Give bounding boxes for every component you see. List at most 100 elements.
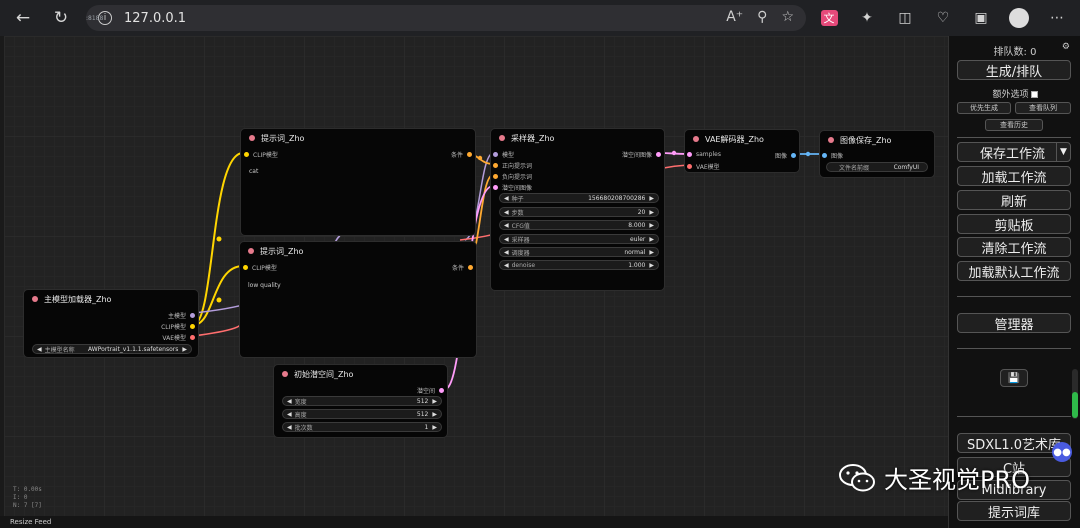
output-port-conditioning[interactable]: 条件 (452, 263, 473, 272)
increment-arrow-icon[interactable]: ▶ (649, 209, 654, 216)
steps-widget[interactable]: ◀ 步数 20 ▶ (499, 207, 659, 217)
zoom-icon[interactable]: ⚲ (757, 9, 767, 25)
read-aloud-icon[interactable]: A⁺ (726, 9, 743, 25)
output-port-conditioning[interactable]: 条件 (451, 150, 472, 159)
input-port-latent[interactable]: 潜空间图像 (493, 183, 532, 192)
sampler-name-widget[interactable]: ◀ 采样器 euler ▶ (499, 234, 659, 244)
save-image-node[interactable]: 图像保存_Zho 图像 文件名前缀 ComfyUI (819, 130, 935, 178)
chevron-down-icon[interactable]: ▼ (1056, 143, 1070, 161)
save-workflow-label: 保存工作流 (980, 146, 1046, 162)
ksampler-node[interactable]: 采样器_Zho 模型 正向提示词 负向提示词 潜空间图像 潜空间图像 ◀ 种子 15… (490, 128, 665, 291)
clear-workflow-button[interactable]: 清除工作流 (957, 237, 1071, 257)
view-queue-button[interactable]: 查看队列 (1015, 102, 1071, 114)
input-port-negative[interactable]: 负向提示词 (493, 172, 532, 181)
batch-size-widget[interactable]: ◀ 批次数 1 ▶ (282, 422, 442, 432)
clipspace-button[interactable]: 剪贴板 (957, 214, 1071, 234)
vae-decode-node[interactable]: VAE解码器_Zho samples VAE模型 图像 (684, 129, 800, 173)
widget-value: 156680208700286 (588, 194, 646, 202)
resize-feed-bar[interactable]: Resize Feed (0, 516, 948, 528)
widget-value: 1.000 (628, 261, 646, 269)
refresh-button[interactable]: 刷新 (957, 190, 1071, 210)
increment-arrow-icon[interactable]: ▶ (649, 262, 654, 269)
reload-icon[interactable]: ↻ (46, 3, 76, 33)
node-title: 图像保存_Zho (840, 135, 892, 145)
decrement-arrow-icon[interactable]: ◀ (287, 424, 292, 431)
checkpoint-loader-node[interactable]: 主模型加载器_Zho 主模型 CLIP模型 VAE模型 ◀ 主模型名称 AWPort… (23, 289, 199, 358)
port-label: 潜空间图像 (621, 152, 652, 159)
prompt-textarea[interactable]: cat (249, 168, 258, 175)
widget-label: 种子 (511, 195, 524, 203)
input-port-positive[interactable]: 正向提示词 (493, 161, 532, 170)
save-workflow-button[interactable]: 保存工作流 ▼ (957, 142, 1071, 162)
profile-avatar-icon[interactable] (1005, 4, 1033, 32)
address-bar[interactable]: i 127.0.0.1:8188 A⁺ ⚲ ☆ (86, 5, 806, 31)
view-history-button[interactable]: 查看历史 (985, 119, 1043, 131)
input-port-clip[interactable]: CLIP模型 (243, 263, 277, 272)
increment-arrow-icon[interactable]: ▶ (432, 411, 437, 418)
queue-prompt-button[interactable]: 生成/排队 (957, 60, 1071, 80)
cfg-widget[interactable]: ◀ CFG值 8.000 ▶ (499, 220, 659, 230)
scrollbar-thumb[interactable] (1072, 392, 1078, 418)
split-screen-icon[interactable]: ◫ (891, 4, 919, 32)
input-port-clip[interactable]: CLIP模型 (244, 150, 278, 159)
output-port-clip[interactable]: CLIP模型 (161, 322, 195, 331)
decrement-arrow-icon[interactable]: ◀ (504, 222, 509, 229)
queue-front-button[interactable]: 优先生成 (957, 102, 1011, 114)
decrement-arrow-icon[interactable]: ◀ (287, 411, 292, 418)
filename-prefix-widget[interactable]: 文件名前缀 ComfyUI (826, 162, 928, 172)
input-port-image[interactable]: 图像 (822, 151, 843, 160)
floppy-disk-button[interactable]: 💾 (1000, 369, 1028, 387)
input-port-vae[interactable]: VAE模型 (687, 162, 720, 171)
favorite-star-icon[interactable]: ☆ (781, 9, 794, 25)
puzzle-extensions-icon[interactable]: ✦ (853, 4, 881, 32)
decrement-arrow-icon[interactable]: ◀ (287, 398, 292, 405)
increment-arrow-icon[interactable]: ▶ (432, 398, 437, 405)
decrement-arrow-icon[interactable]: ◀ (504, 195, 509, 202)
widget-value: normal (624, 248, 646, 256)
prompt-node-positive[interactable]: 提示词_Zho CLIP模型 条件 cat (240, 128, 476, 236)
prompt-library-button[interactable]: 提示词库 (957, 501, 1071, 521)
increment-arrow-icon[interactable]: ▶ (649, 236, 654, 243)
seed-widget[interactable]: ◀ 种子 156680208700286 ▶ (499, 193, 659, 203)
scheduler-widget[interactable]: ◀ 调度器 normal ▶ (499, 247, 659, 257)
increment-arrow-icon[interactable]: ▶ (649, 222, 654, 229)
output-port-image[interactable]: 图像 (775, 151, 796, 160)
output-port-model[interactable]: 主模型 (168, 311, 195, 320)
empty-latent-node[interactable]: 初始潜空间_Zho 潜空间 ◀ 宽度 512 ▶ ◀ 高度 512 ▶ ◀ 批次数 1 ▶ (273, 364, 448, 438)
wechat-logo-icon (839, 463, 875, 491)
output-port-latent[interactable]: 潜空间图像 (622, 150, 661, 159)
health-heart-icon[interactable]: ♡ (929, 4, 957, 32)
decrement-arrow-icon[interactable]: ◀ (37, 346, 42, 353)
input-port-model[interactable]: 模型 (493, 150, 514, 159)
load-workflow-button[interactable]: 加载工作流 (957, 166, 1071, 186)
increment-arrow-icon[interactable]: ▶ (432, 424, 437, 431)
width-widget[interactable]: ◀ 宽度 512 ▶ (282, 396, 442, 406)
widget-value: euler (630, 235, 646, 243)
manager-button[interactable]: 管理器 (957, 313, 1071, 333)
output-port-vae[interactable]: VAE模型 (162, 333, 195, 342)
increment-arrow-icon[interactable]: ▶ (649, 195, 654, 202)
decrement-arrow-icon[interactable]: ◀ (504, 236, 509, 243)
port-label: CLIP模型 (161, 324, 186, 331)
prompt-node-negative[interactable]: 提示词_Zho CLIP模型 条件 low quality (239, 241, 477, 358)
height-widget[interactable]: ◀ 高度 512 ▶ (282, 409, 442, 419)
translate-extension-icon[interactable]: 文 (815, 4, 843, 32)
load-default-button[interactable]: 加载默认工作流 (957, 261, 1071, 281)
back-arrow-icon[interactable]: ← (8, 3, 38, 33)
denoise-widget[interactable]: ◀ denoise 1.000 ▶ (499, 260, 659, 270)
assistant-bubble-icon[interactable]: ●● (1052, 442, 1072, 462)
prompt-textarea[interactable]: low quality (248, 282, 281, 289)
extra-options-checkbox[interactable] (1030, 91, 1038, 98)
collections-icon[interactable]: ▣ (967, 4, 995, 32)
node-status-dot (828, 137, 834, 143)
more-options-icon[interactable]: ⋯ (1043, 4, 1071, 32)
decrement-arrow-icon[interactable]: ◀ (504, 209, 509, 216)
input-port-samples[interactable]: samples (687, 151, 721, 158)
decrement-arrow-icon[interactable]: ◀ (504, 262, 509, 269)
increment-arrow-icon[interactable]: ▶ (182, 346, 187, 353)
output-port-latent[interactable]: 潜空间 (417, 386, 444, 395)
checkpoint-name-combo[interactable]: ◀ 主模型名称 AWPortrait_v1.1.1.safetensors ▶ (32, 344, 192, 354)
node-status-dot (32, 296, 38, 302)
decrement-arrow-icon[interactable]: ◀ (504, 249, 509, 256)
increment-arrow-icon[interactable]: ▶ (649, 249, 654, 256)
